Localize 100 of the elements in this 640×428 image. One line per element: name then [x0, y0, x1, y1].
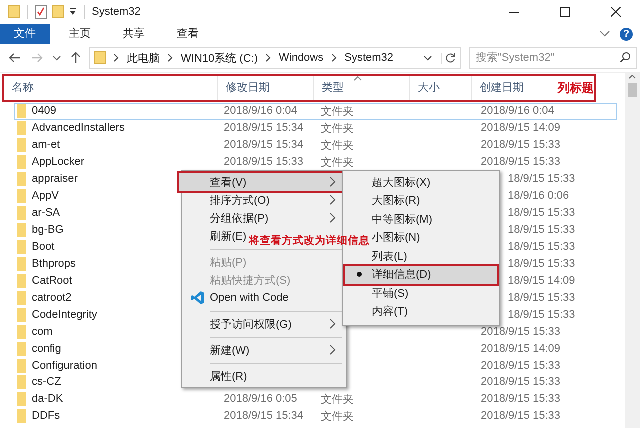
sort-caret-icon: [354, 76, 362, 81]
chevron-right-icon[interactable]: [332, 54, 337, 62]
file-name[interactable]: am-et: [32, 139, 60, 152]
created-date: 2018/9/15 15:33: [481, 376, 561, 388]
file-name[interactable]: AppLocker: [32, 156, 85, 168]
chevron-down-icon[interactable]: [600, 31, 610, 37]
column-header[interactable]: 大小: [410, 76, 472, 100]
scrollbar[interactable]: [625, 73, 640, 428]
menu-item[interactable]: 小图标(N): [372, 228, 420, 247]
menu-item[interactable]: 属性(R): [210, 367, 248, 385]
file-name[interactable]: cs-CZ: [32, 376, 62, 388]
file-name[interactable]: ar-SA: [32, 207, 60, 220]
created-date: 2018/9/15 15:33: [481, 410, 561, 422]
focused-row-outline[interactable]: 0409 2018/9/16 0:04 文件夹 2018/9/16 0:04: [14, 103, 617, 120]
help-button[interactable]: ?: [620, 28, 633, 40]
file-name[interactable]: AppV: [32, 190, 59, 202]
address-bar[interactable]: 此电脑 WIN10系统 (C:) Windows System32: [89, 47, 461, 69]
folder-icon: [17, 342, 26, 356]
ribbon-tab[interactable]: 主页: [56, 24, 104, 44]
breadcrumb[interactable]: WIN10系统 (C:): [181, 50, 258, 66]
properties-icon[interactable]: [35, 5, 47, 19]
refresh-icon[interactable]: [441, 52, 456, 64]
menu-item[interactable]: 大图标(R): [372, 192, 420, 210]
file-name[interactable]: da-DK: [32, 393, 64, 406]
menu-item[interactable]: Open with Code: [184, 289, 344, 307]
file-name[interactable]: com: [32, 326, 53, 338]
window-title: System32: [92, 6, 141, 18]
up-arrow-icon[interactable]: [71, 52, 81, 64]
chevron-right-icon[interactable]: [168, 54, 173, 62]
chevron-right-icon[interactable]: [266, 54, 271, 62]
created-date: 18/9/15 15:33: [508, 173, 576, 186]
column-header[interactable]: 名称: [4, 76, 218, 100]
modified-date: 2018/9/15 15:33: [224, 156, 304, 168]
folder-icon: [17, 121, 26, 136]
file-type: 文件夹: [321, 394, 354, 406]
menu-item[interactable]: 详细信息(D): [345, 266, 497, 284]
back-icon[interactable]: [9, 53, 21, 63]
file-name[interactable]: 0409: [32, 105, 56, 118]
menu-item[interactable]: 分组依据(P): [184, 209, 344, 227]
created-date: 2018/9/16 0:04: [481, 105, 554, 118]
search-field[interactable]: 搜索"System32": [469, 47, 637, 69]
file-name[interactable]: appraiser: [32, 173, 78, 186]
folder-icon: [17, 308, 26, 322]
annotation-text: 将查看方式改为详细信息: [249, 234, 370, 248]
folder-icon: [17, 189, 26, 204]
file-name[interactable]: AdvancedInstallers: [32, 122, 125, 134]
chevron-down-icon[interactable]: [424, 56, 432, 60]
menu-item[interactable]: 授予访问权限(G): [184, 315, 344, 333]
file-name[interactable]: catroot2: [32, 292, 72, 304]
file-name[interactable]: DDFs: [32, 410, 60, 422]
file-name[interactable]: Configuration: [32, 360, 98, 372]
column-header[interactable]: 修改日期: [218, 76, 314, 100]
folder-icon: [17, 392, 26, 406]
menu-item[interactable]: 列表(L): [372, 247, 408, 266]
modified-date: 2018/9/16 0:05: [224, 393, 298, 406]
folder-icon: [17, 155, 26, 170]
file-type: 文件夹: [321, 156, 354, 169]
ribbon-tab[interactable]: 共享: [110, 24, 158, 44]
maximize-icon[interactable]: [560, 7, 570, 17]
menu-item[interactable]: 排序方式(O): [184, 191, 344, 209]
breadcrumb[interactable]: 此电脑: [127, 50, 160, 66]
created-date: 18/9/15 15:33: [508, 224, 576, 236]
scrollbar-thumb[interactable]: [628, 83, 637, 97]
folder-icon: [17, 358, 26, 373]
close-icon[interactable]: [611, 7, 621, 17]
file-name[interactable]: Boot: [32, 240, 55, 253]
folder-icon: [17, 223, 26, 238]
folder-icon: [17, 138, 26, 152]
menu-item[interactable]: 平铺(S): [372, 284, 409, 302]
menu-item[interactable]: 查看(V): [179, 173, 344, 191]
column-header[interactable]: 类型: [314, 76, 410, 100]
menu-item[interactable]: 内容(T): [372, 302, 408, 321]
annotation-label: 列标题: [558, 80, 594, 96]
created-date: 18/9/15 15:33: [508, 240, 576, 253]
radio-dot-icon: [357, 272, 362, 278]
file-type: 文件夹: [321, 122, 354, 135]
menu-item[interactable]: 超大图标(X): [372, 173, 431, 192]
menu-item[interactable]: 中等图标(M): [372, 210, 432, 228]
scroll-up-icon[interactable]: [629, 75, 636, 79]
file-name[interactable]: CatRoot: [32, 274, 72, 287]
dropdown-icon[interactable]: [69, 8, 77, 16]
column-header[interactable]: 创建日期: [472, 76, 552, 100]
file-name[interactable]: Bthprops: [32, 258, 76, 270]
breadcrumb[interactable]: Windows: [279, 52, 324, 64]
modified-date: 2018/9/15 15:34: [224, 410, 304, 422]
file-name[interactable]: CodeIntegrity: [32, 308, 98, 321]
created-date: 2018/9/15 15:33: [481, 139, 561, 152]
file-name[interactable]: config: [32, 342, 62, 355]
chevron-down-icon[interactable]: [53, 56, 61, 60]
menu-item[interactable]: 刷新(E): [210, 227, 247, 245]
breadcrumb[interactable]: System32: [344, 52, 394, 64]
ribbon-tab[interactable]: 查看: [164, 24, 212, 44]
folder-icon: [17, 104, 26, 118]
file-type: 文件夹: [321, 106, 354, 118]
file-name[interactable]: bg-BG: [32, 224, 64, 236]
folder-icon: [17, 256, 26, 271]
chevron-right-icon[interactable]: [114, 54, 119, 62]
menu-item[interactable]: 新建(W): [184, 341, 344, 359]
ribbon-tab[interactable]: 文件: [0, 24, 50, 44]
search-icon: [620, 52, 631, 63]
